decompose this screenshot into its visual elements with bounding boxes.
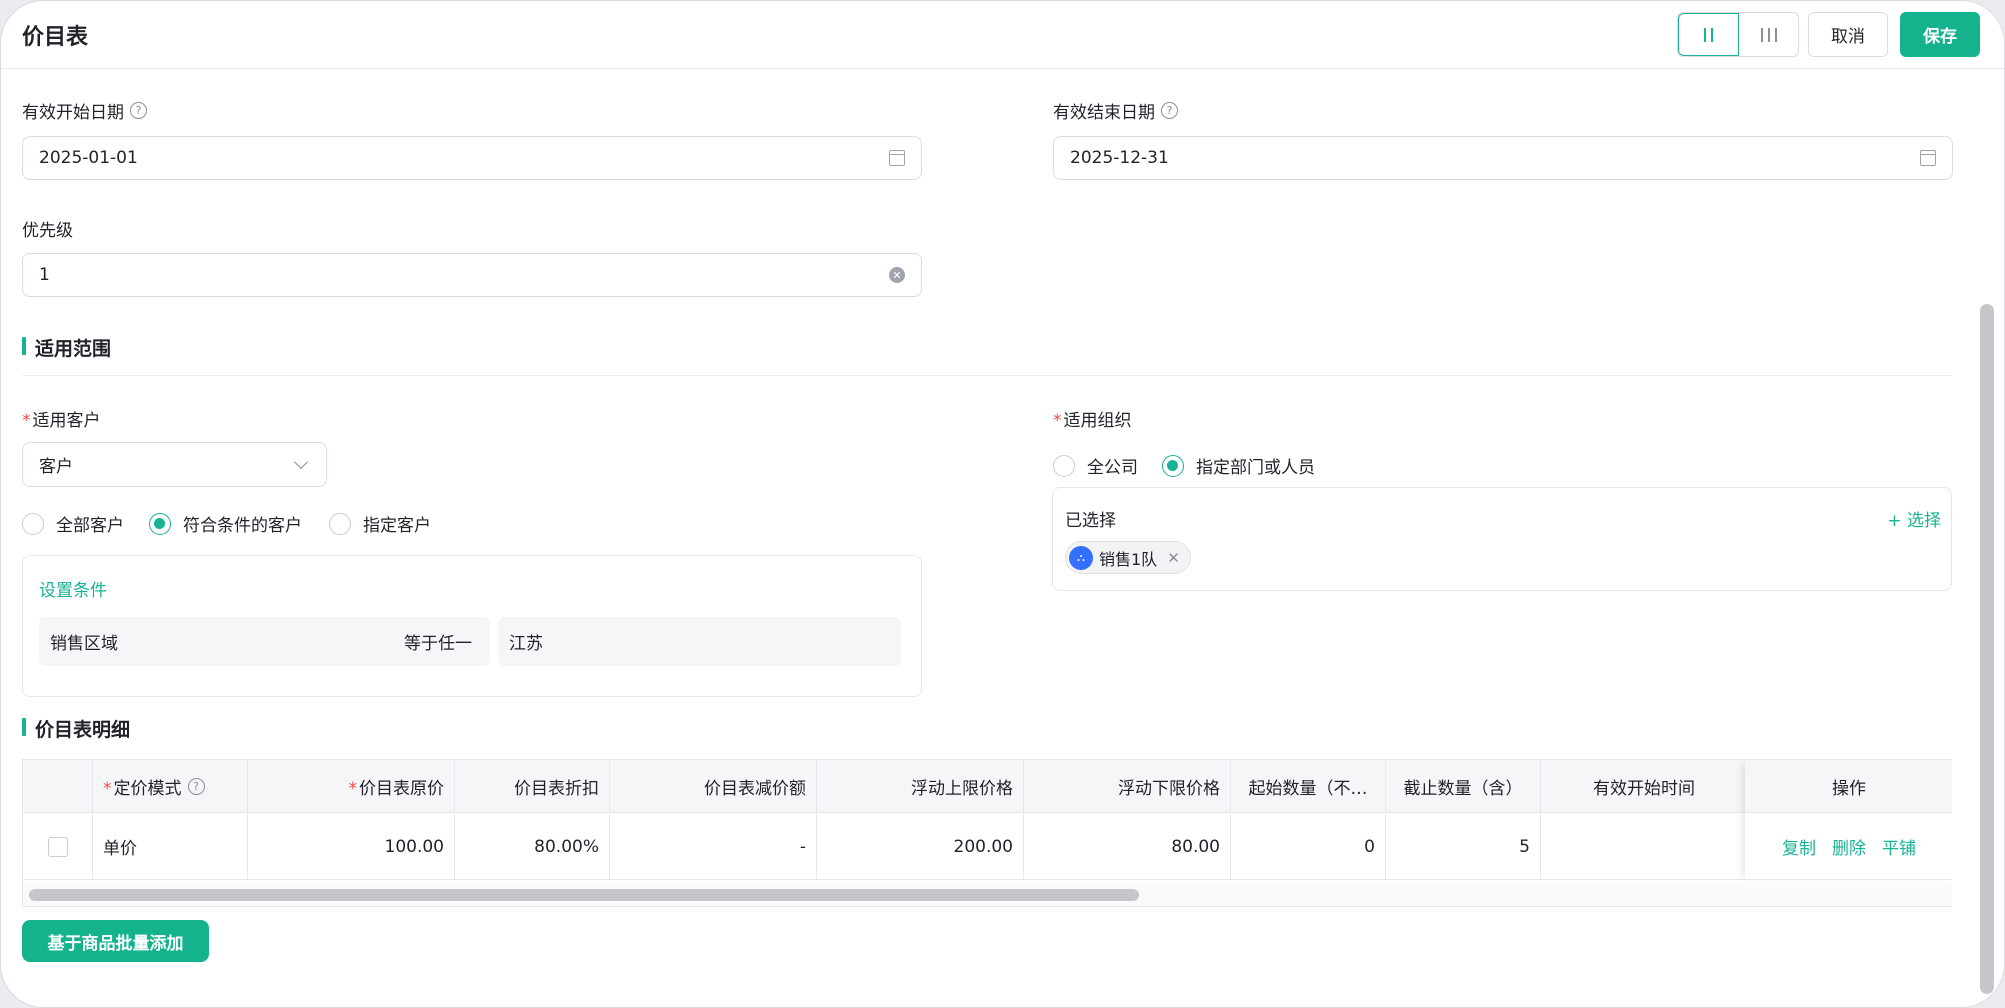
row-checkbox[interactable] (47, 836, 68, 857)
selected-org-panel: 已选择 + 选择 ⛬ 销售1队 ✕ (1052, 487, 1952, 591)
condition-panel: 设置条件 销售区域 等于任一 江苏 (22, 555, 922, 697)
close-icon[interactable]: ✕ (1167, 549, 1180, 567)
org-tag: ⛬ 销售1队 ✕ (1065, 541, 1191, 574)
radio-specific-customers[interactable]: 指定客户 (329, 511, 431, 536)
start-date-input[interactable]: 2025-01-01 (22, 136, 922, 180)
selected-label: 已选择 (1065, 511, 1116, 531)
cell-lower-price[interactable]: 80.00 (1024, 814, 1231, 879)
header-bar: 价目表 取消 保存 (1, 1, 2004, 69)
col-start-qty: 起始数量（不… (1231, 760, 1386, 812)
radio-circle[interactable] (22, 512, 44, 535)
horizontal-scrollbar[interactable] (23, 881, 1952, 906)
required-mark: * (348, 778, 358, 799)
set-condition-link[interactable]: 设置条件 (39, 576, 107, 601)
three-column-icon (1760, 27, 1777, 42)
view-toggle[interactable] (1677, 12, 1799, 57)
radio-circle-selected[interactable] (1162, 454, 1184, 477)
copy-row-link[interactable]: 复制 (1782, 834, 1816, 859)
radio-specific-dept[interactable]: 指定部门或人员 (1162, 453, 1315, 478)
help-icon[interactable]: ? (130, 102, 147, 119)
col-discount: 价目表折扣 (455, 760, 610, 812)
radio-circle[interactable] (329, 512, 351, 535)
condition-field[interactable]: 销售区域 (39, 617, 406, 666)
col-end-qty: 截止数量（含） (1386, 760, 1541, 812)
add-selection-link[interactable]: + 选择 (1887, 506, 1941, 531)
customer-type-select[interactable]: 客户 (22, 442, 327, 487)
cell-pricing-mode[interactable]: 单价 (93, 814, 248, 879)
radio-conditional-customers[interactable]: 符合条件的客户 (149, 511, 302, 536)
cell-reduction[interactable]: - (610, 814, 817, 879)
customer-label: * 适用客户 (22, 411, 101, 431)
horizontal-scroll-thumb[interactable] (29, 889, 1139, 901)
row-actions: 复制 删除 平铺 (1745, 813, 1952, 880)
row-select-cell (23, 814, 93, 879)
radio-whole-company[interactable]: 全公司 (1053, 453, 1138, 478)
cell-end-qty[interactable]: 5 (1386, 814, 1541, 879)
page-title: 价目表 (22, 25, 89, 50)
help-icon[interactable]: ? (1161, 102, 1178, 119)
condition-operator[interactable]: 等于任一 (393, 617, 490, 666)
cell-start-time[interactable] (1541, 814, 1748, 879)
chevron-down-icon (293, 454, 309, 470)
section-title-detail: 价目表明细 (22, 715, 130, 742)
save-button[interactable]: 保存 (1900, 12, 1980, 57)
three-column-view-button[interactable] (1739, 13, 1798, 56)
radio-circle[interactable] (1053, 454, 1075, 477)
col-original-price: * 价目表原价 (248, 760, 455, 812)
batch-add-button[interactable]: 基于商品批量添加 (22, 920, 209, 962)
cell-start-qty[interactable]: 0 (1231, 814, 1386, 879)
org-chart-icon: ⛬ (1069, 545, 1093, 570)
price-detail-table: * 定价模式 ? * 价目表原价 价目表折扣 价目表减价额 浮动上限价格 浮动下限价… (22, 759, 1952, 907)
col-start-time: 有效开始时间 (1541, 760, 1748, 812)
table-header: * 定价模式 ? * 价目表原价 价目表折扣 价目表减价额 浮动上限价格 浮动下限价… (23, 760, 1748, 813)
header-select-cell (23, 760, 93, 812)
col-lower-price: 浮动下限价格 (1024, 760, 1231, 812)
tile-row-link[interactable]: 平铺 (1882, 834, 1916, 859)
col-reduction: 价目表减价额 (610, 760, 817, 812)
section-divider (22, 375, 1952, 376)
app-window: 价目表 取消 保存 有效开始日期 ? 2025-01-01 有效结束日期 ? 2… (0, 0, 2005, 1008)
cancel-button[interactable]: 取消 (1808, 12, 1888, 57)
priority-input[interactable]: 1 ✕ (22, 253, 922, 297)
calendar-icon[interactable] (1920, 150, 1936, 166)
radio-circle-selected[interactable] (149, 512, 171, 535)
required-mark: * (1053, 411, 1062, 431)
cell-original-price[interactable]: 100.00 (248, 814, 455, 879)
cell-upper-price[interactable]: 200.00 (817, 814, 1024, 879)
start-date-label: 有效开始日期 ? (22, 98, 147, 123)
delete-row-link[interactable]: 删除 (1832, 834, 1866, 859)
vertical-scroll-thumb[interactable] (1980, 304, 1994, 994)
actions-column: 操作 复制 删除 平铺 (1745, 760, 1952, 880)
priority-label: 优先级 (22, 221, 73, 241)
two-column-view-button[interactable] (1678, 13, 1739, 56)
clear-icon[interactable]: ✕ (889, 267, 905, 283)
condition-value[interactable]: 江苏 (498, 617, 901, 666)
calendar-icon[interactable] (889, 150, 905, 166)
section-title-scope: 适用范围 (22, 334, 111, 361)
help-icon[interactable]: ? (187, 777, 205, 795)
required-mark: * (22, 411, 31, 431)
end-date-input[interactable]: 2025-12-31 (1053, 136, 1953, 180)
org-label: * 适用组织 (1053, 411, 1132, 431)
required-mark: * (103, 778, 112, 799)
table-row: 单价 100.00 80.00% - 200.00 80.00 0 5 (23, 814, 1748, 880)
two-column-icon (1704, 27, 1713, 42)
col-actions: 操作 (1745, 760, 1952, 813)
radio-all-customers[interactable]: 全部客户 (22, 511, 124, 536)
col-upper-price: 浮动上限价格 (817, 760, 1024, 812)
cell-discount[interactable]: 80.00% (455, 814, 610, 879)
col-pricing-mode: * 定价模式 ? (93, 760, 248, 812)
end-date-label: 有效结束日期 ? (1053, 98, 1178, 123)
